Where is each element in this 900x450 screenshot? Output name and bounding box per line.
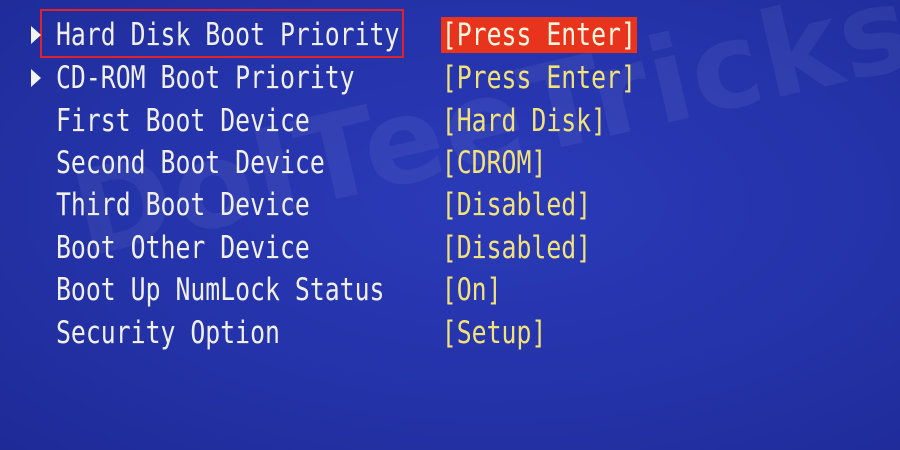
bios-screen: DoITeeTricks Hard Disk Boot Priority [Pr… (0, 0, 900, 450)
menu-label: Boot Up NumLock Status (56, 272, 385, 308)
menu-row-hard-disk-boot-priority[interactable]: Hard Disk Boot Priority [Press Enter] (0, 15, 900, 55)
menu-row-third-boot-device[interactable]: Third Boot Device [Disabled] (0, 185, 900, 225)
menu-label: Security Option (56, 315, 280, 351)
menu-value[interactable]: [Disabled] (441, 188, 592, 222)
menu-value[interactable]: [On] (441, 273, 502, 307)
menu-label: CD-ROM Boot Priority (56, 60, 355, 96)
menu-label: Boot Other Device (56, 230, 310, 266)
menu-label: First Boot Device (56, 103, 310, 139)
menu-value[interactable]: [Press Enter] (441, 61, 637, 95)
menu-label: Hard Disk Boot Priority (56, 17, 400, 53)
menu-row-second-boot-device[interactable]: Second Boot Device [CDROM] (0, 143, 900, 183)
menu-row-cdrom-boot-priority[interactable]: CD-ROM Boot Priority [Press Enter] (0, 58, 900, 98)
menu-label: Second Boot Device (56, 145, 325, 181)
submenu-arrow-icon (31, 69, 41, 87)
menu-value[interactable]: [Setup] (441, 316, 547, 350)
menu-row-boot-other-device[interactable]: Boot Other Device [Disabled] (0, 228, 900, 268)
menu-row-security-option[interactable]: Security Option [Setup] (0, 313, 900, 353)
menu-value-selected[interactable]: [Press Enter] (441, 17, 637, 53)
menu-row-first-boot-device[interactable]: First Boot Device [Hard Disk] (0, 101, 900, 141)
menu-row-boot-up-numlock-status[interactable]: Boot Up NumLock Status [On] (0, 270, 900, 310)
menu-value[interactable]: [Disabled] (441, 231, 592, 265)
submenu-arrow-icon (31, 26, 41, 44)
menu-label: Third Boot Device (56, 187, 310, 223)
menu-value[interactable]: [CDROM] (441, 146, 547, 180)
menu-value[interactable]: [Hard Disk] (441, 104, 607, 138)
